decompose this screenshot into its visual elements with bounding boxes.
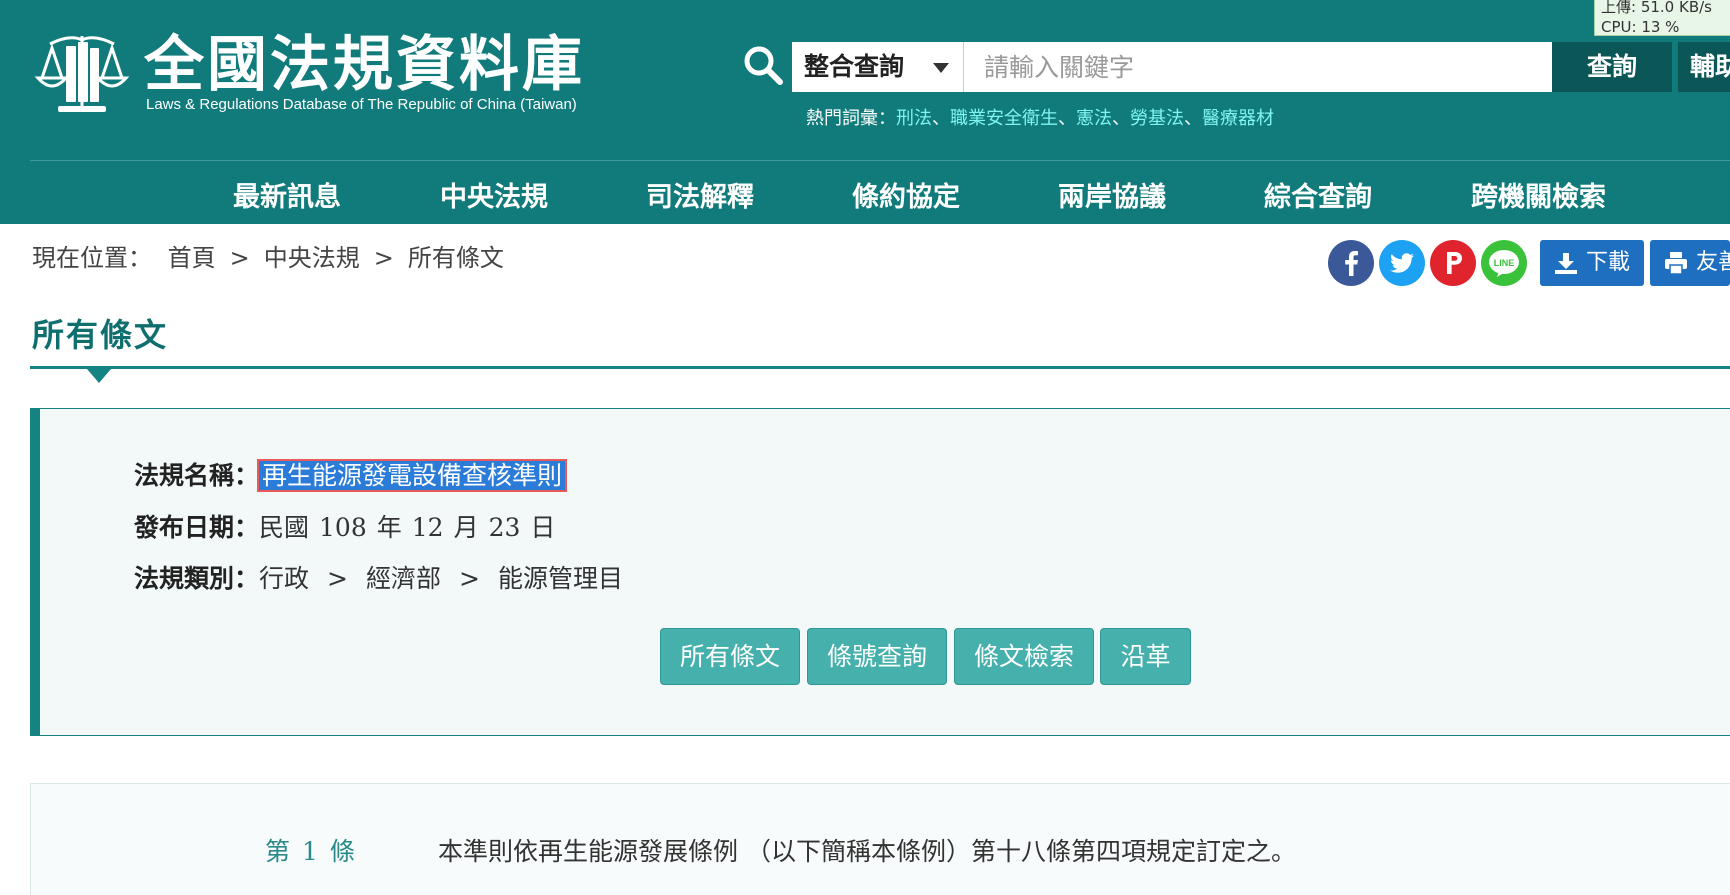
- category-level-2: 經濟部: [365, 564, 441, 593]
- breadcrumb-current: 所有條文: [407, 244, 504, 272]
- law-name-row: 法規名稱： 再生能源發電設備查核準則: [134, 456, 568, 492]
- site-header: 全國法規資料庫 Laws & Regulations Database of T…: [0, 0, 1730, 224]
- publish-date-label: 發布日期：: [134, 513, 260, 542]
- category-level-3: 能源管理目: [497, 564, 623, 593]
- download-button[interactable]: 下載: [1540, 240, 1644, 286]
- hot-keyword-separator: 、: [1112, 108, 1130, 129]
- line-icon-label: LINE: [1494, 258, 1515, 268]
- all-articles-button[interactable]: 所有條文: [660, 628, 800, 685]
- hot-keyword-separator: 、: [932, 108, 950, 129]
- history-button[interactable]: 沿革: [1100, 628, 1191, 685]
- nav-item-judicial-interpretations[interactable]: 司法解釋: [646, 175, 754, 214]
- article-number-search-button[interactable]: 條號查詢: [807, 628, 947, 685]
- hot-keyword-link[interactable]: 憲法: [1076, 108, 1112, 129]
- download-icon: [1555, 253, 1577, 274]
- network-monitor-overlay: 上傳: 51.0 KB/s CPU: 13 %: [1594, 0, 1730, 36]
- search-scope-select[interactable]: 整合查詢: [792, 42, 964, 92]
- title-pointer: [87, 369, 111, 383]
- print-button[interactable]: 友善: [1650, 240, 1730, 286]
- line-icon: LINE: [1481, 240, 1527, 286]
- title-divider: [30, 366, 1730, 369]
- law-name-label: 法規名稱：: [134, 461, 260, 490]
- article-suffix: 條: [329, 837, 355, 866]
- assist-button[interactable]: 輔助: [1678, 42, 1730, 92]
- hot-keyword-separator: 、: [1058, 108, 1076, 129]
- breadcrumb-separator: >: [373, 244, 394, 272]
- nav-item-latest-news[interactable]: 最新訊息: [233, 175, 341, 214]
- nav-item-central-laws[interactable]: 中央法規: [440, 175, 548, 214]
- category-separator: >: [459, 564, 480, 593]
- upload-speed: 上傳: 51.0 KB/s: [1601, 0, 1712, 16]
- law-name-value[interactable]: 再生能源發電設備查核準則: [257, 459, 568, 492]
- article-text-search-button[interactable]: 條文檢索: [954, 628, 1094, 685]
- date-month-unit: 月: [453, 513, 479, 542]
- main-nav: 最新訊息 中央法規 司法解釋 條約協定 兩岸協議 綜合查詢 跨機關檢索: [0, 161, 1730, 224]
- pinterest-icon: [1430, 240, 1476, 286]
- date-year: 108: [319, 513, 367, 542]
- date-year-unit: 年: [376, 513, 402, 542]
- hot-keyword-link[interactable]: 醫療器材: [1202, 108, 1274, 129]
- publish-date-row: 發布日期：民國 108 年 12 月 23 日: [134, 508, 555, 544]
- category-separator: >: [327, 564, 348, 593]
- facebook-share-button[interactable]: [1328, 240, 1374, 286]
- breadcrumb-central-laws[interactable]: 中央法規: [264, 244, 360, 272]
- category-level-1: 行政: [259, 564, 310, 593]
- facebook-icon: [1328, 240, 1374, 286]
- hot-keywords: 熱門詞彙：刑法、職業安全衛生、憲法、勞基法、醫療器材: [806, 104, 1274, 130]
- logo-title: 全國法規資料庫: [144, 30, 585, 100]
- article-number[interactable]: 第1條: [259, 832, 361, 868]
- search-icon[interactable]: [742, 44, 784, 86]
- hot-keyword-link[interactable]: 刑法: [896, 108, 932, 129]
- article-text: 本準則依再生能源發展條例 （以下簡稱本條例）第十八條第四項規定訂定之。: [438, 837, 1296, 866]
- scales-of-justice-icon: [34, 36, 130, 112]
- article-prefix: 第: [265, 837, 291, 866]
- breadcrumb: 現在位置： 首頁 > 中央法規 > 所有條文: [32, 238, 504, 273]
- law-category-row: 法規類別：行政 > 經濟部 > 能源管理目: [134, 559, 623, 595]
- nav-item-cross-agency-search[interactable]: 跨機關檢索: [1471, 175, 1606, 214]
- hot-keywords-label: 熱門詞彙：: [806, 108, 896, 129]
- search-button[interactable]: 查詢: [1552, 42, 1672, 92]
- nav-item-treaties[interactable]: 條約協定: [852, 175, 960, 214]
- page-title: 所有條文: [32, 316, 169, 354]
- search-input[interactable]: [964, 42, 1552, 92]
- logo-subtitle: Laws & Regulations Database of The Repub…: [146, 96, 577, 113]
- hot-keyword-link[interactable]: 職業安全衛生: [950, 108, 1058, 129]
- hot-keyword-link[interactable]: 勞基法: [1130, 108, 1184, 129]
- line-share-button[interactable]: LINE: [1481, 240, 1527, 286]
- date-era: 民國: [259, 513, 310, 542]
- nav-item-cross-strait[interactable]: 兩岸協議: [1058, 175, 1166, 214]
- article-number-value: 1: [302, 837, 318, 866]
- print-label: 友善: [1696, 250, 1730, 275]
- chevron-down-icon: [933, 63, 949, 73]
- search-scope-label: 整合查詢: [804, 52, 905, 81]
- breadcrumb-home[interactable]: 首頁: [168, 244, 216, 272]
- hot-keyword-separator: 、: [1184, 108, 1202, 129]
- date-month: 12: [411, 513, 444, 542]
- date-day-unit: 日: [530, 513, 556, 542]
- pinterest-share-button[interactable]: [1430, 240, 1476, 286]
- site-logo[interactable]: 全國法規資料庫 Laws & Regulations Database of T…: [30, 26, 590, 118]
- date-day: 23: [488, 513, 521, 542]
- twitter-icon: [1379, 240, 1425, 286]
- nav-item-integrated-search[interactable]: 綜合查詢: [1264, 175, 1372, 214]
- law-category-label: 法規類別：: [134, 564, 260, 593]
- breadcrumb-separator: >: [229, 244, 250, 272]
- cpu-usage: CPU: 13 %: [1601, 18, 1680, 36]
- breadcrumb-label: 現在位置：: [32, 244, 152, 272]
- download-label: 下載: [1586, 250, 1631, 275]
- print-icon: [1665, 252, 1687, 274]
- twitter-share-button[interactable]: [1379, 240, 1425, 286]
